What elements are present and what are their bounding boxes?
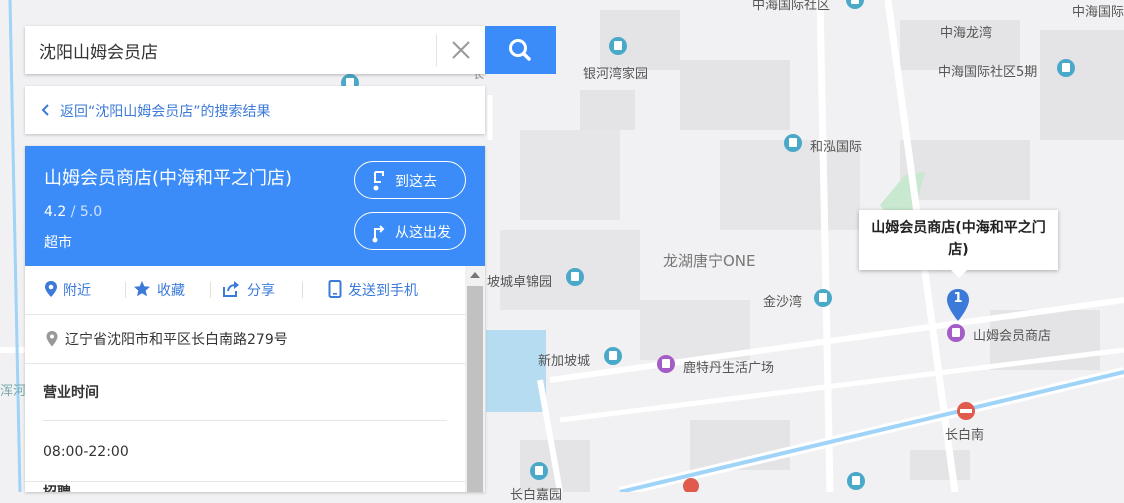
map-label: 新加坡城: [538, 354, 591, 369]
shopping-icon[interactable]: [947, 324, 965, 342]
address-row: 辽宁省沈阳市和平区长白南路279号: [25, 315, 465, 364]
map-label: 和泓国际: [810, 140, 863, 155]
goto-button[interactable]: 到这去: [354, 161, 466, 199]
scrollbar-thumb[interactable]: [467, 286, 483, 492]
chevron-left-icon: [41, 104, 49, 116]
back-to-results[interactable]: 返回“沈阳山姆会员店”的搜索结果: [25, 86, 485, 134]
map-marker[interactable]: 1: [945, 288, 971, 322]
map-label: 长白南: [945, 428, 985, 443]
address-pin-icon: [46, 331, 58, 347]
divider: [25, 481, 465, 482]
divider: [302, 282, 303, 298]
scrollbar[interactable]: [465, 266, 485, 492]
map-label: 金沙湾: [763, 295, 803, 310]
start-from-button[interactable]: 从这出发: [354, 212, 466, 250]
search-icon: [509, 39, 531, 61]
map-label: 中海国际社区: [752, 0, 831, 13]
map-label: 龙湖唐宁ONE: [663, 252, 756, 270]
divider: [210, 282, 211, 298]
address-text: 辽宁省沈阳市和平区长白南路279号: [65, 332, 288, 348]
popup-title: 山姆会员商店(中海和平之门店): [871, 220, 1046, 258]
map-label: 浑河: [0, 384, 27, 399]
location-pin-icon: [45, 281, 57, 297]
building-icon[interactable]: [784, 134, 802, 152]
place-title: 山姆会员商店(中海和平之门店): [44, 168, 293, 189]
search-box: 沈阳山姆会员店: [25, 26, 485, 74]
map-label: 山姆会员商店: [973, 329, 1052, 344]
close-icon: [452, 41, 470, 59]
map-label: 中海国际: [1072, 5, 1124, 20]
map-label: 鹿特丹生活广场: [683, 361, 775, 376]
scroll-up-icon[interactable]: [470, 272, 480, 278]
recruit-heading[interactable]: 招聘: [43, 482, 71, 492]
star-icon: [134, 281, 150, 297]
divider: [125, 282, 126, 298]
map-label: 银河湾家园: [583, 67, 649, 82]
building-icon[interactable]: [604, 347, 622, 365]
clear-button[interactable]: [445, 34, 477, 66]
back-link-label: 返回“沈阳山姆会员店”的搜索结果: [60, 104, 271, 120]
route-to-icon: [373, 171, 384, 191]
building-icon[interactable]: [1057, 59, 1075, 77]
place-popup[interactable]: 山姆会员商店(中海和平之门店): [859, 210, 1058, 278]
building-icon[interactable]: [566, 268, 584, 286]
map-label: 中海龙湾: [940, 26, 993, 41]
hours-heading: 营业时间: [43, 385, 99, 401]
marker-number: 1: [953, 291, 963, 306]
map-label: 坡城卓锦园: [487, 275, 553, 290]
building-icon[interactable]: [814, 289, 832, 307]
divider: [436, 34, 437, 66]
search-input[interactable]: 沈阳山姆会员店: [39, 38, 158, 63]
map-label: 中海国际社区5期: [938, 65, 1038, 80]
building-icon[interactable]: [530, 462, 548, 480]
action-bar: 附近 收藏 分享 发送到手机: [25, 266, 465, 315]
map-label: 长白嘉园: [510, 488, 563, 503]
shopping-icon[interactable]: [657, 355, 675, 373]
place-rating: 4.2 / 5.0: [44, 204, 103, 220]
place-header: 山姆会员商店(中海和平之门店) 4.2 / 5.0 超市 到这去 从这出发: [25, 146, 485, 266]
share-icon: [223, 281, 239, 297]
building-icon[interactable]: [609, 37, 627, 55]
route-from-icon: [372, 225, 385, 243]
place-card: 山姆会员商店(中海和平之门店) 4.2 / 5.0 超市 到这去 从这出发 附近: [25, 146, 485, 492]
car-icon[interactable]: [847, 472, 865, 490]
place-category: 超市: [44, 235, 72, 251]
divider: [43, 420, 447, 421]
phone-icon: [328, 280, 342, 298]
search-button[interactable]: [485, 26, 556, 74]
hours-value: 08:00-22:00: [43, 444, 129, 460]
